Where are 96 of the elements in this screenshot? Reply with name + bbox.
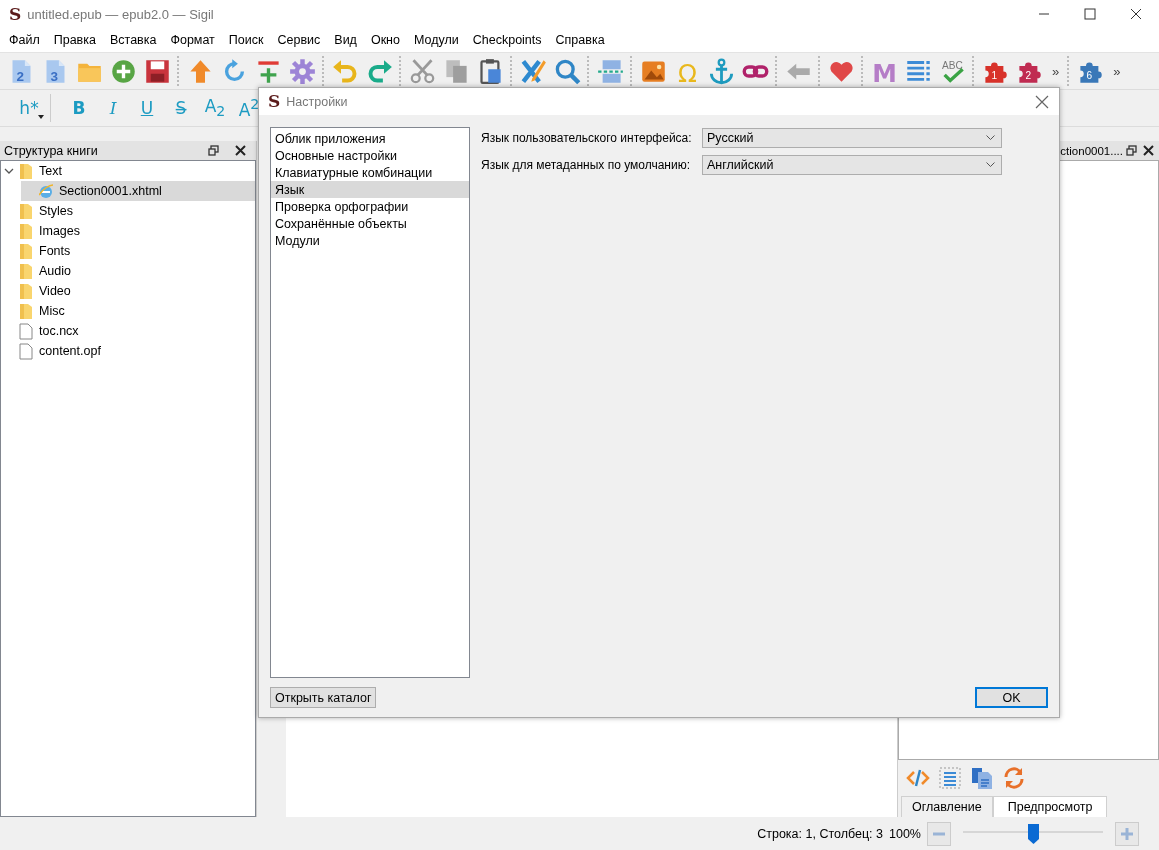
menu-item[interactable]: Файл bbox=[2, 33, 47, 47]
cross-pencil-icon[interactable] bbox=[520, 57, 547, 85]
menu-item[interactable]: Checkpoints bbox=[465, 33, 549, 47]
anchor-icon[interactable] bbox=[708, 57, 735, 85]
panel-title: ction0001.... bbox=[1060, 144, 1123, 157]
tree-label: Section0001.xhtml bbox=[59, 184, 162, 198]
caret-icon bbox=[38, 115, 44, 119]
ok-button[interactable]: OK bbox=[975, 687, 1048, 709]
menu-item[interactable]: Формат bbox=[163, 33, 222, 47]
tree-label: Styles bbox=[39, 204, 74, 218]
tree-item[interactable]: content.opf bbox=[1, 341, 255, 361]
tree-item[interactable]: Section0001.xhtml bbox=[21, 181, 255, 201]
category-item[interactable]: Сохранённые объекты bbox=[271, 215, 469, 233]
tree-label: Text bbox=[39, 164, 62, 178]
chevron-down-icon bbox=[986, 134, 995, 141]
copy-icon[interactable] bbox=[443, 57, 470, 85]
search-icon[interactable] bbox=[554, 57, 581, 85]
zoom-out-button[interactable] bbox=[927, 821, 951, 846]
overflow-chevron[interactable]: » bbox=[1050, 63, 1062, 79]
menu-item[interactable]: Вставка bbox=[102, 33, 164, 47]
documents-icon[interactable] bbox=[970, 766, 994, 790]
close-icon[interactable] bbox=[1130, 8, 1142, 20]
category-item[interactable]: Облик приложения bbox=[271, 130, 469, 148]
tree-item[interactable]: Misc bbox=[1, 301, 255, 321]
category-item[interactable]: Язык bbox=[271, 181, 469, 199]
tree-item[interactable]: Images bbox=[1, 221, 255, 241]
menu-item[interactable]: Поиск bbox=[221, 33, 271, 47]
tree-label: toc.ncx bbox=[39, 324, 79, 338]
tree-label: Fonts bbox=[39, 244, 71, 258]
menu-item[interactable]: Вид bbox=[327, 33, 364, 47]
globe-icon bbox=[39, 182, 53, 200]
tree-item[interactable]: Text bbox=[1, 161, 255, 181]
folder-icon bbox=[19, 202, 33, 220]
folder-icon bbox=[19, 262, 33, 280]
zoom-slider[interactable] bbox=[963, 823, 1103, 844]
category-item[interactable]: Клавиатурные комбинации bbox=[271, 164, 469, 182]
menu-item[interactable]: Справка bbox=[548, 33, 612, 47]
save-icon[interactable] bbox=[144, 57, 171, 85]
folder-icon bbox=[19, 242, 33, 260]
tree-item[interactable]: Fonts bbox=[1, 241, 255, 261]
close-icon[interactable] bbox=[1143, 145, 1154, 156]
dialog-title: Настройки bbox=[286, 94, 349, 109]
window-title: untitled.epub — epub2.0 — Sigil bbox=[27, 6, 215, 22]
select-text-icon[interactable] bbox=[938, 766, 962, 790]
menu-item[interactable]: Правка bbox=[46, 33, 103, 47]
zoom-level: 100% bbox=[889, 826, 921, 841]
file-icon bbox=[19, 322, 33, 340]
chevron-down-icon bbox=[986, 161, 995, 168]
settings-icon[interactable] bbox=[289, 57, 316, 85]
close-icon[interactable] bbox=[235, 145, 246, 156]
field-label: Язык для метаданных по умолчанию: bbox=[481, 157, 692, 172]
close-icon[interactable] bbox=[1035, 94, 1049, 109]
up-arrow-icon[interactable] bbox=[187, 57, 214, 85]
maximize-icon[interactable] bbox=[1084, 8, 1096, 20]
refresh-icon[interactable] bbox=[1002, 766, 1026, 790]
folder-icon bbox=[19, 222, 33, 240]
menu-item[interactable]: Окно bbox=[363, 33, 407, 47]
folder-icon bbox=[19, 162, 33, 180]
app-logo: S bbox=[9, 5, 22, 23]
overflow-chevron[interactable]: » bbox=[1111, 63, 1123, 79]
file-icon bbox=[19, 342, 33, 360]
language-dropdown[interactable]: Английский bbox=[702, 154, 1002, 175]
category-item[interactable]: Основные настройки bbox=[271, 147, 469, 165]
tree-label: Audio bbox=[39, 264, 71, 278]
plus-icon bbox=[1120, 826, 1134, 841]
tree-item[interactable]: toc.ncx bbox=[1, 321, 255, 341]
category-item[interactable]: Проверка орфографии bbox=[271, 198, 469, 216]
float-icon[interactable] bbox=[208, 145, 219, 156]
menu-item[interactable]: Сервис bbox=[270, 33, 328, 47]
category-item[interactable]: Модули bbox=[271, 232, 469, 250]
tree-item[interactable]: Styles bbox=[1, 201, 255, 221]
tree-label: Images bbox=[39, 224, 80, 238]
zoom-in-button[interactable] bbox=[1115, 821, 1139, 846]
app-logo: S bbox=[268, 93, 281, 111]
field-label: Язык пользовательского интерфейса: bbox=[481, 130, 693, 145]
language-dropdown[interactable]: Русский bbox=[702, 127, 1002, 148]
tree-label: Misc bbox=[39, 304, 65, 318]
tree-label: Video bbox=[39, 284, 71, 298]
tree-item[interactable]: Audio bbox=[1, 261, 255, 281]
split-marker-icon[interactable] bbox=[597, 57, 624, 85]
folder-icon bbox=[19, 282, 33, 300]
paste-icon[interactable] bbox=[477, 57, 504, 85]
menu-item[interactable]: Модули bbox=[406, 33, 466, 47]
slider-thumb[interactable] bbox=[1028, 823, 1039, 844]
tree-item[interactable]: Video bbox=[1, 281, 255, 301]
scissors-icon[interactable] bbox=[409, 57, 436, 85]
add-icon[interactable] bbox=[110, 57, 137, 85]
panel-tab[interactable]: Предпросмотр bbox=[992, 796, 1108, 817]
folder-icon bbox=[19, 302, 33, 320]
panel-tab[interactable]: Оглавление bbox=[901, 796, 993, 817]
tree-label: content.opf bbox=[39, 344, 101, 358]
float-icon[interactable] bbox=[1126, 145, 1137, 156]
panel-title: Структура книги bbox=[4, 143, 99, 158]
chevron-down-icon[interactable] bbox=[4, 167, 14, 175]
cursor-position: Строка: 1, Столбец: 3 bbox=[757, 826, 883, 841]
open-folder-button[interactable]: Открыть каталог bbox=[270, 687, 377, 709]
